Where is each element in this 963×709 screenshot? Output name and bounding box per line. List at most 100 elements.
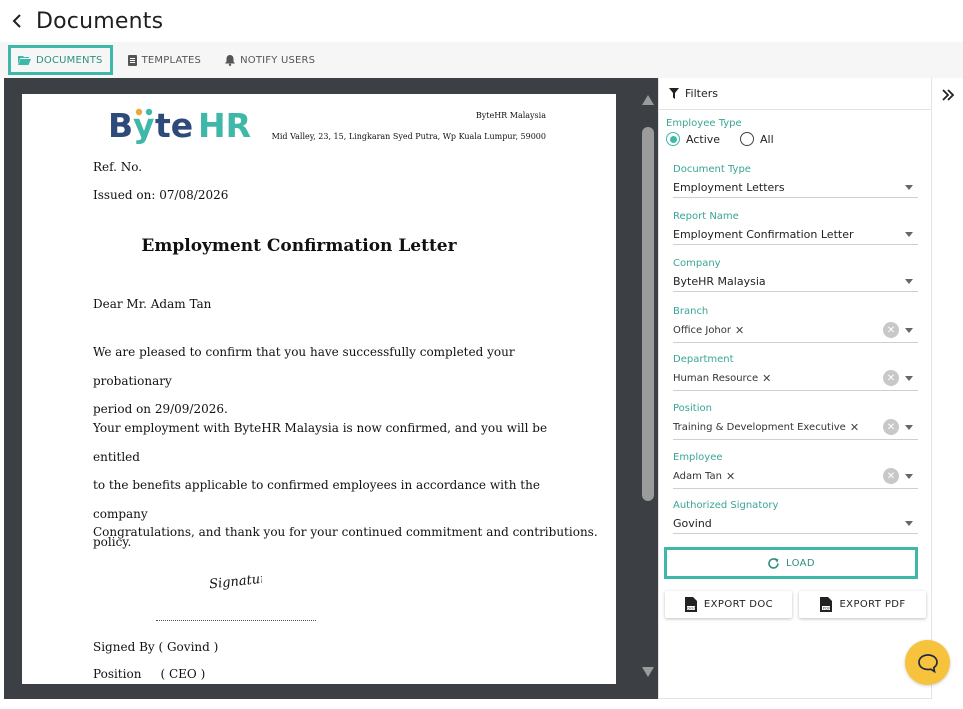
document-page: B y te HR ByteHR Malaysia Mid Valley, 23…: [22, 94, 616, 684]
page-header: Documents: [0, 0, 963, 42]
svg-text:te: te: [155, 106, 193, 144]
employee-multiselect[interactable]: Employee Adam Tan ✕ ✕: [673, 452, 918, 489]
clear-icon[interactable]: ✕: [883, 370, 899, 386]
company-name: ByteHR Malaysia: [475, 111, 546, 120]
radio-active-label: Active: [686, 132, 721, 146]
caret-down-icon[interactable]: [905, 473, 913, 479]
load-button[interactable]: LOAD: [664, 547, 918, 579]
field-label: Employee: [673, 452, 723, 463]
field-value: Employment Confirmation Letter: [673, 227, 854, 241]
chip-remove-icon[interactable]: ✕: [762, 373, 771, 384]
radio-all[interactable]: [740, 132, 755, 146]
bell-icon: [225, 54, 236, 66]
field-label: Company: [673, 258, 721, 269]
issued-on: Issued on: 07/08/2026: [93, 188, 229, 202]
scroll-down-arrow-icon[interactable]: [641, 666, 655, 678]
caret-down-icon[interactable]: [905, 424, 913, 430]
chevrons-right-icon: [942, 89, 955, 101]
chevron-left-icon: [12, 14, 21, 28]
field-label: Branch: [673, 306, 709, 317]
field-label: Position: [673, 403, 712, 414]
caret-down-icon[interactable]: [905, 327, 913, 333]
export-pdf-label: EXPORT PDF: [839, 599, 906, 610]
company-address: Mid Valley, 23, 15, Lingkaran Syed Putra…: [271, 132, 546, 141]
load-label: LOAD: [785, 557, 816, 569]
branch-chip: Office Johor ✕: [673, 325, 744, 336]
branch-multiselect[interactable]: Branch Office Johor ✕ ✕: [673, 306, 918, 343]
ref-no: Ref. No.: [93, 160, 143, 174]
svg-text:DOC: DOC: [687, 606, 696, 610]
tab-templates[interactable]: TEMPLATES: [119, 46, 211, 74]
filters-panel: Filters Employee Type Active All Documen…: [658, 78, 932, 699]
signed-by: Signed By ( Govind ): [93, 640, 219, 654]
signature-image: Signature: [208, 571, 262, 593]
tab-documents[interactable]: DOCUMENTS: [8, 45, 113, 75]
chat-support-button[interactable]: [905, 640, 950, 685]
position-chip: Training & Development Executive ✕: [673, 422, 859, 433]
chip-remove-icon[interactable]: ✕: [735, 325, 744, 336]
tab-label: TEMPLATES: [141, 54, 202, 66]
caret-down-icon: [905, 278, 913, 284]
clear-icon[interactable]: ✕: [883, 468, 899, 484]
export-doc-label: EXPORT DOC: [703, 599, 774, 610]
preview-scrollbar-thumb[interactable]: [642, 127, 654, 501]
paragraph-congratulations: Congratulations, and thank you for your …: [93, 525, 598, 539]
folder-open-icon: [18, 56, 31, 65]
scroll-up-arrow-icon[interactable]: [641, 94, 655, 106]
refresh-icon: [768, 557, 779, 569]
document-preview[interactable]: B y te HR ByteHR Malaysia Mid Valley, 23…: [4, 78, 659, 699]
paragraph-line: Your employment with ByteHR Malaysia is …: [93, 421, 548, 464]
position-multiselect[interactable]: Position Training & Development Executiv…: [673, 403, 918, 440]
field-value: ByteHR Malaysia: [673, 274, 766, 288]
field-label: Authorized Signatory: [673, 500, 779, 511]
tab-notify-users[interactable]: NOTIFY USERS: [216, 46, 324, 74]
tab-label: NOTIFY USERS: [240, 54, 316, 66]
clear-icon[interactable]: ✕: [883, 419, 899, 435]
paragraph-probation: We are pleased to confirm that you have …: [93, 338, 553, 424]
document-type-select[interactable]: Document Type Employment Letters: [673, 164, 918, 198]
field-value: Govind: [673, 516, 712, 530]
tab-bar: DOCUMENTS TEMPLATES NOTIFY USERS: [0, 42, 963, 78]
radio-active[interactable]: [666, 132, 680, 146]
collapse-panel-button[interactable]: [936, 84, 960, 106]
export-doc-button[interactable]: DOC EXPORT DOC: [665, 591, 792, 618]
department-multiselect[interactable]: Department Human Resource ✕ ✕: [673, 354, 918, 391]
filters-title: Filters: [685, 87, 718, 100]
filter-icon: [669, 88, 679, 99]
svg-text:B: B: [108, 106, 133, 144]
back-button[interactable]: [2, 0, 32, 42]
bytehr-logo: B y te HR: [108, 106, 251, 144]
chip-label: Adam Tan: [673, 470, 722, 482]
employee-chip: Adam Tan ✕: [673, 471, 735, 482]
chip-label: Human Resource: [673, 372, 759, 384]
page-title: Documents: [36, 8, 164, 34]
field-label: Report Name: [673, 211, 739, 222]
caret-down-icon: [905, 231, 913, 237]
svg-text:HR: HR: [198, 106, 251, 144]
documents-page: Documents DOCUMENTS TEMPLATES NOTIFY USE…: [0, 0, 963, 709]
letter-title: Employment Confirmation Letter: [141, 236, 457, 256]
export-pdf-button[interactable]: PDF EXPORT PDF: [799, 591, 926, 618]
chip-remove-icon[interactable]: ✕: [726, 471, 735, 482]
caret-down-icon[interactable]: [905, 375, 913, 381]
paragraph-line: We are pleased to confirm that you have …: [93, 345, 515, 388]
caret-down-icon: [905, 520, 913, 526]
report-name-select[interactable]: Report Name Employment Confirmation Lett…: [673, 211, 918, 245]
clear-icon[interactable]: ✕: [883, 322, 899, 338]
company-select[interactable]: Company ByteHR Malaysia: [673, 258, 918, 292]
field-label: Document Type: [673, 164, 751, 175]
authorized-signatory-select[interactable]: Authorized Signatory Govind: [673, 500, 918, 534]
chat-bubble-icon: [917, 653, 938, 673]
doc-file-icon: DOC: [684, 597, 697, 612]
signature-line: [156, 620, 316, 621]
field-label: Department: [673, 354, 734, 365]
svg-text:PDF: PDF: [823, 606, 831, 610]
radio-all-label: All: [760, 132, 774, 146]
tab-label: DOCUMENTS: [36, 54, 103, 66]
field-value: Employment Letters: [673, 180, 785, 194]
pdf-file-icon: PDF: [820, 597, 833, 612]
signer-position: Position ( CEO ): [93, 667, 206, 681]
department-chip: Human Resource ✕: [673, 373, 771, 384]
employee-type-group: Employee Type Active All: [666, 118, 788, 146]
chip-remove-icon[interactable]: ✕: [850, 422, 859, 433]
